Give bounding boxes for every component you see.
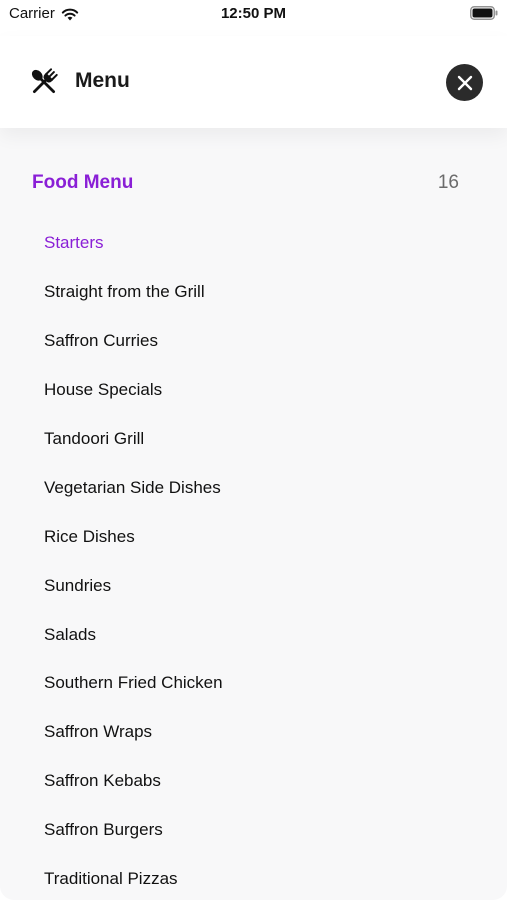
category-item-sundries[interactable]: Sundries	[44, 561, 464, 610]
category-item-burgers[interactable]: Saffron Burgers	[44, 806, 464, 855]
menu-panel: Food Menu 16 Starters Straight from the …	[0, 128, 507, 900]
close-icon	[457, 75, 472, 90]
status-bar: Carrier 12:50 PM	[0, 0, 507, 30]
category-item-veg-sides[interactable]: Vegetarian Side Dishes	[44, 463, 464, 512]
menu-title: Menu	[75, 69, 130, 92]
category-item-tandoori[interactable]: Tandoori Grill	[44, 415, 464, 464]
app-screen: Carrier 12:50 PM Menu Food Menu 16 Start…	[0, 0, 507, 900]
section-title: Food Menu	[32, 172, 134, 193]
fork-and-spoon-icon	[31, 68, 58, 94]
category-item-salads[interactable]: Salads	[44, 610, 464, 659]
category-item-rice[interactable]: Rice Dishes	[44, 512, 464, 561]
menu-header: Menu	[0, 36, 507, 128]
category-item-wraps[interactable]: Saffron Wraps	[44, 708, 464, 757]
category-item-grill[interactable]: Straight from the Grill	[44, 268, 464, 317]
food-menu-section-header[interactable]: Food Menu 16	[32, 172, 459, 196]
category-list: Starters Straight from the Grill Saffron…	[44, 219, 464, 900]
category-item-house-specials[interactable]: House Specials	[44, 366, 464, 415]
category-item-curries[interactable]: Saffron Curries	[44, 317, 464, 366]
category-item-pizzas[interactable]: Traditional Pizzas	[44, 855, 464, 900]
close-button[interactable]	[446, 64, 483, 101]
category-item-starters[interactable]: Starters	[44, 219, 464, 268]
status-time: 12:50 PM	[220, 5, 287, 22]
category-item-kebabs[interactable]: Saffron Kebabs	[44, 757, 464, 806]
battery-icon	[470, 6, 498, 20]
section-count: 16	[437, 172, 459, 193]
category-item-fried-chicken[interactable]: Southern Fried Chicken	[44, 659, 464, 708]
